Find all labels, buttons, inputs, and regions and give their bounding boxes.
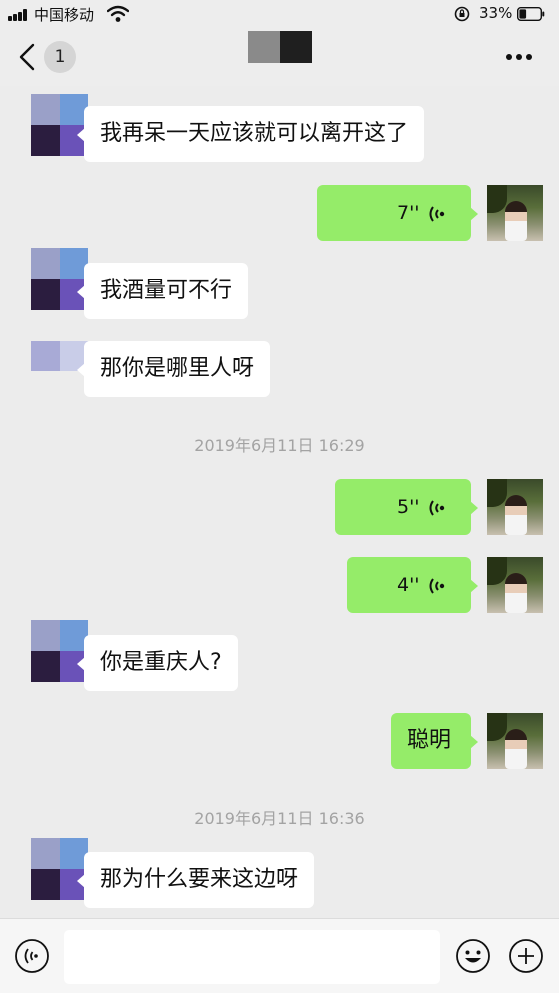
voice-wave-icon — [429, 500, 445, 516]
voice-duration: 4'' — [397, 574, 420, 596]
contact-avatar[interactable] — [31, 620, 88, 682]
my-avatar[interactable] — [487, 185, 543, 241]
input-bar — [0, 918, 559, 993]
message-timestamp: 2019年6月11日 16:29 — [194, 436, 365, 455]
my-avatar[interactable] — [487, 479, 543, 535]
status-bar: 中国移动 33% — [0, 0, 559, 28]
emoji-icon[interactable] — [455, 938, 491, 974]
outgoing-message[interactable]: 聪明 — [391, 713, 478, 769]
message-list[interactable]: 我再呆一天应该就可以离开这了 7'' 我酒量可不行 那你是哪里人呀 2019年6… — [0, 86, 559, 918]
incoming-message[interactable]: 你是重庆人? — [77, 635, 238, 691]
battery-percent: 33% — [479, 4, 513, 22]
my-avatar[interactable] — [487, 713, 543, 769]
voice-wave-icon — [429, 206, 445, 222]
unread-count-badge[interactable]: 1 — [44, 41, 76, 73]
my-avatar[interactable] — [487, 557, 543, 613]
message-input[interactable] — [64, 930, 440, 984]
carrier-name: 中国移动 — [34, 6, 95, 24]
chevron-left-icon[interactable] — [18, 42, 36, 72]
message-timestamp: 2019年6月11日 16:36 — [194, 809, 365, 828]
plus-icon[interactable] — [508, 938, 544, 974]
outgoing-voice-message[interactable]: 4'' — [347, 557, 478, 613]
wifi-icon — [107, 5, 129, 22]
incoming-message[interactable]: 我再呆一天应该就可以离开这了 — [76, 106, 425, 162]
contact-name-redacted — [248, 31, 312, 63]
voice-duration: 5'' — [397, 496, 420, 518]
contact-avatar[interactable] — [31, 94, 88, 156]
incoming-message[interactable]: 那你是哪里人呀 — [76, 341, 271, 397]
chat-header: 1 — [0, 28, 559, 86]
voice-wave-icon — [429, 578, 445, 594]
voice-duration: 7'' — [397, 202, 420, 224]
outgoing-voice-message[interactable]: 5'' — [335, 479, 478, 535]
outgoing-voice-message[interactable]: 7'' — [317, 185, 478, 241]
contact-avatar[interactable] — [31, 248, 88, 310]
battery-icon — [517, 7, 545, 21]
more-horizontal-icon[interactable] — [506, 54, 534, 62]
contact-avatar[interactable] — [31, 838, 88, 900]
incoming-message[interactable]: 我酒量可不行 — [76, 263, 249, 319]
voice-input-icon[interactable] — [14, 938, 50, 974]
rotation-lock-icon — [454, 6, 470, 22]
signal-icon — [8, 9, 34, 21]
incoming-message[interactable]: 那为什么要来这边呀 — [76, 852, 315, 908]
